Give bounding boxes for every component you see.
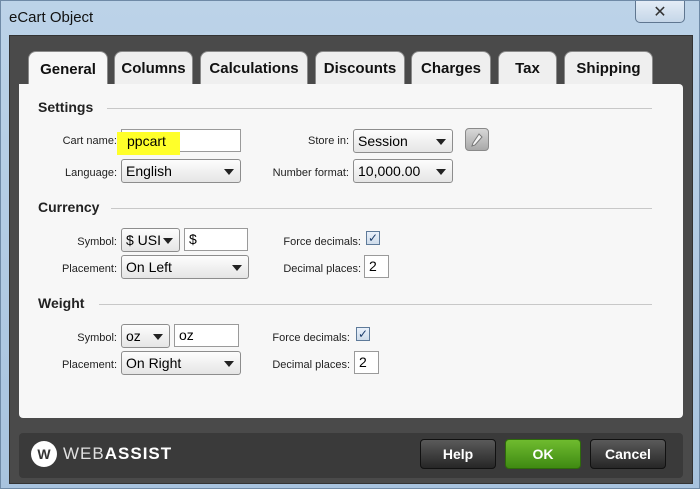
tab-shipping[interactable]: Shipping <box>564 51 653 84</box>
weight-heading: Weight <box>38 295 85 311</box>
tab-discounts[interactable]: Discounts <box>315 51 405 84</box>
window-title: eCart Object <box>9 9 94 26</box>
language-label: Language: <box>65 167 117 179</box>
weight-symbol-label: Symbol: <box>77 332 117 344</box>
ok-button[interactable]: OK <box>505 439 581 469</box>
currency-divider <box>111 208 652 209</box>
currency-force-decimals-checkbox[interactable]: ✓ <box>366 231 380 245</box>
webassist-logo-text: WEBASSIST <box>63 444 172 464</box>
chevron-down-icon <box>153 334 163 340</box>
logo-text-light: WEB <box>63 444 105 463</box>
chevron-down-icon <box>163 238 173 244</box>
weight-placement-select[interactable]: On Right <box>121 351 241 375</box>
tab-tax[interactable]: Tax <box>498 51 557 84</box>
weight-placement-label: Placement: <box>61 359 117 371</box>
chevron-down-icon <box>436 139 446 145</box>
tab-columns[interactable]: Columns <box>114 51 193 84</box>
cancel-button[interactable]: Cancel <box>590 439 666 469</box>
language-select[interactable]: English <box>121 159 241 183</box>
title-bar: eCart Object ✕ <box>1 1 699 35</box>
currency-symbol-select-value: $ USI <box>126 232 162 248</box>
store-in-select-value: Session <box>358 133 408 149</box>
tab-label: Discounts <box>323 59 397 77</box>
logo-text-bold: ASSIST <box>104 444 173 463</box>
number-format-select-value: 10,000.00 <box>358 163 421 179</box>
currency-placement-label: Placement: <box>61 263 117 275</box>
weight-placement-select-value: On Right <box>126 355 182 371</box>
tab-label: General <box>40 60 96 78</box>
weight-decimal-places-value: 2 <box>359 354 367 370</box>
cart-name-value: ppcart <box>127 133 166 149</box>
weight-decimal-places-label: Decimal places: <box>272 359 350 371</box>
currency-heading: Currency <box>38 199 100 215</box>
chevron-down-icon <box>224 361 234 367</box>
store-in-select[interactable]: Session <box>353 129 453 153</box>
currency-force-decimals-label: Force decimals: <box>283 236 361 248</box>
currency-placement-select[interactable]: On Left <box>121 255 249 279</box>
weight-force-decimals-checkbox[interactable]: ✓ <box>356 327 370 341</box>
tab-calculations[interactable]: Calculations <box>200 51 308 84</box>
currency-placement-select-value: On Left <box>126 259 172 275</box>
logo-mark: W <box>37 446 51 462</box>
weight-force-decimals-label: Force decimals: <box>272 332 350 344</box>
chevron-down-icon <box>232 265 242 271</box>
weight-symbol-select-value: oz <box>126 328 141 344</box>
weight-divider <box>99 304 652 305</box>
check-icon: ✓ <box>367 231 379 245</box>
currency-symbol-select[interactable]: $ USI <box>121 228 180 252</box>
currency-symbol-input[interactable]: $ <box>184 228 248 251</box>
close-button[interactable]: ✕ <box>635 1 685 23</box>
help-button-label: Help <box>442 446 474 462</box>
pencil-icon <box>471 132 483 147</box>
chevron-down-icon <box>436 169 446 175</box>
tab-label: Charges <box>420 59 482 77</box>
tab-label: Calculations <box>209 59 299 77</box>
store-in-label: Store in: <box>308 135 349 147</box>
number-format-select[interactable]: 10,000.00 <box>353 159 453 183</box>
webassist-logo-icon: W <box>31 441 57 467</box>
cart-name-label: Cart name: <box>62 135 117 147</box>
weight-symbol-input[interactable]: oz <box>174 324 239 347</box>
tab-charges[interactable]: Charges <box>411 51 491 84</box>
language-select-value: English <box>126 163 172 179</box>
currency-decimal-places-input[interactable]: 2 <box>364 255 389 278</box>
tab-label: Columns <box>121 59 186 77</box>
check-icon: ✓ <box>357 327 369 341</box>
chevron-down-icon <box>224 169 234 175</box>
settings-divider <box>107 108 652 109</box>
webassist-logo: W WEBASSIST <box>31 439 172 469</box>
tab-label: Shipping <box>576 59 641 77</box>
currency-decimal-places-label: Decimal places: <box>283 263 361 275</box>
currency-decimal-places-value: 2 <box>369 258 377 274</box>
cancel-button-label: Cancel <box>605 446 651 462</box>
ok-button-label: OK <box>532 446 554 462</box>
tab-general[interactable]: General <box>28 51 108 86</box>
settings-heading: Settings <box>38 99 94 115</box>
weight-decimal-places-input[interactable]: 2 <box>354 351 379 374</box>
help-button[interactable]: Help <box>420 439 496 469</box>
weight-symbol-select[interactable]: oz <box>121 324 170 348</box>
weight-symbol-value: oz <box>179 327 194 343</box>
close-icon: ✕ <box>653 3 667 21</box>
currency-symbol-label: Symbol: <box>77 236 117 248</box>
number-format-label: Number format: <box>272 167 349 179</box>
currency-symbol-value: $ <box>189 231 197 247</box>
tab-label: Tax <box>515 59 540 77</box>
dialog-footer: W WEBASSIST Help OK Cancel <box>19 433 683 478</box>
edit-store-button[interactable] <box>465 128 489 151</box>
ecart-dialog-window: eCart Object ✕ General Columns Calculati… <box>0 0 700 489</box>
